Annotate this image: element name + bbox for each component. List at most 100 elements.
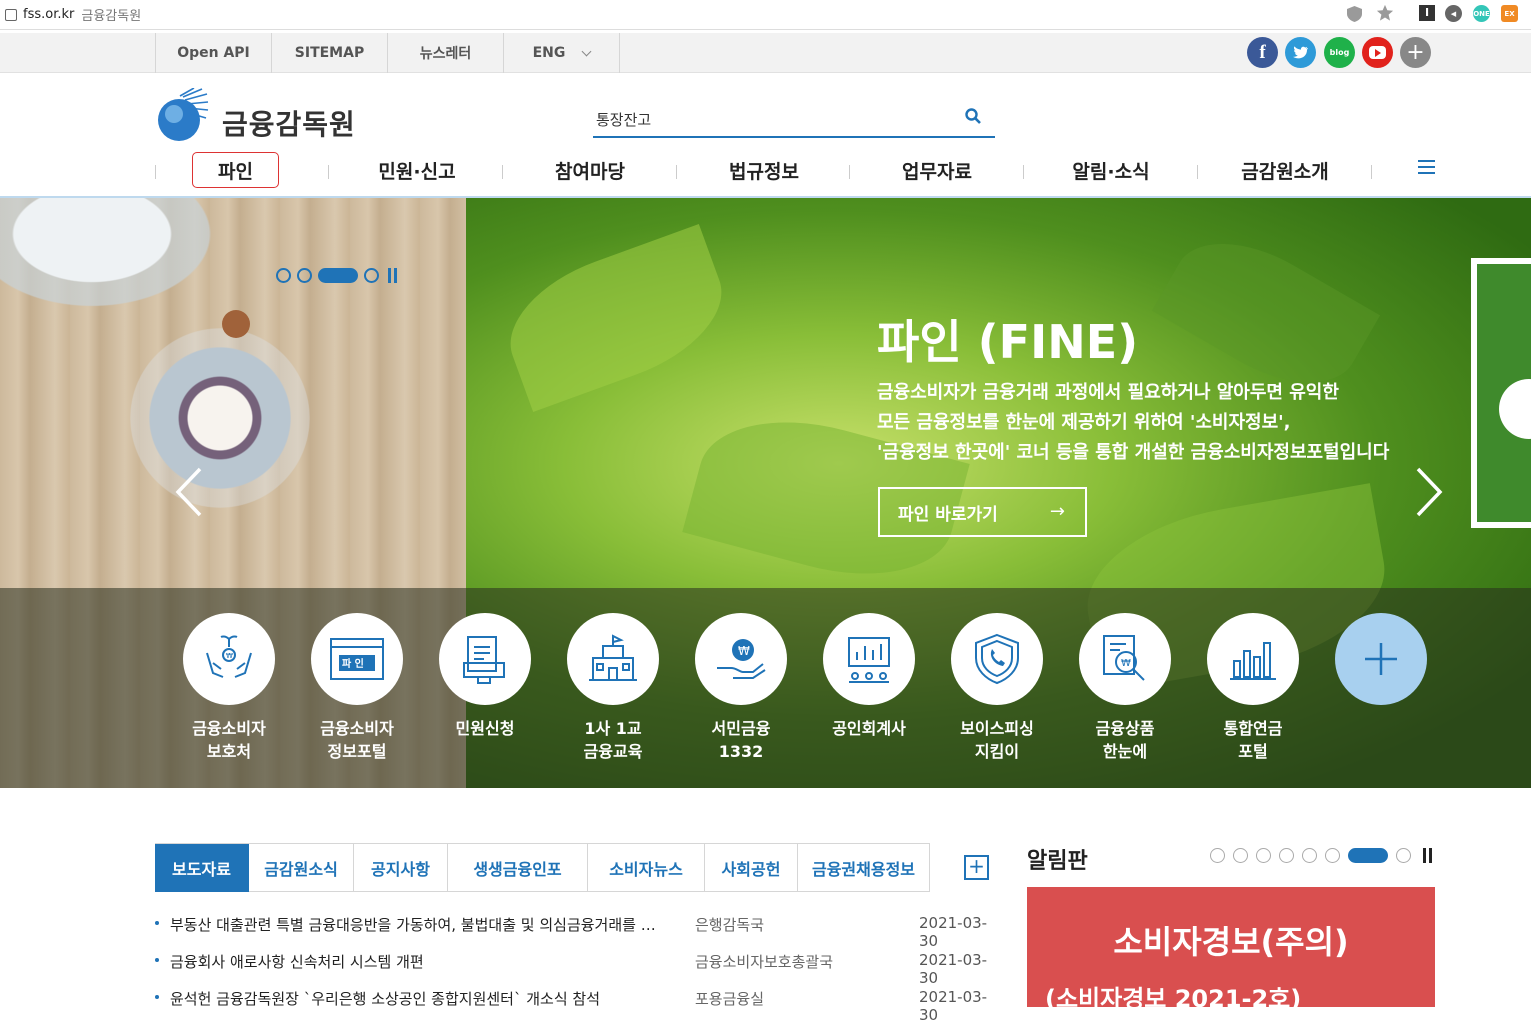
fine-shortcut-button[interactable]: 파인 바로가기 → — [878, 487, 1087, 537]
svg-text:₩: ₩ — [1121, 658, 1131, 669]
quick-item-voice-phishing[interactable]: 보이스피싱 지킴이 — [951, 613, 1043, 763]
bullet-icon — [155, 921, 159, 925]
nav-law[interactable]: 법규정보 — [694, 152, 834, 188]
pause-icon[interactable] — [388, 268, 397, 283]
svg-text:₩: ₩ — [738, 644, 750, 658]
tab-fss-news[interactable]: 금감원소식 — [249, 844, 354, 892]
language-label: ENG — [532, 45, 566, 61]
search-field[interactable]: 통장잔고 — [593, 100, 995, 138]
more-news-icon[interactable]: + — [964, 855, 989, 880]
board-dot[interactable] — [1325, 848, 1340, 863]
search-input[interactable]: 통장잔고 — [596, 109, 651, 130]
one-ext-icon[interactable]: ONE — [1473, 5, 1490, 22]
star-icon[interactable] — [1376, 4, 1394, 22]
quick-item-complaint-apply[interactable]: 민원신청 — [439, 613, 531, 740]
board-indicators — [1210, 848, 1432, 863]
quick-item-cpa[interactable]: 공인회계사 — [823, 613, 915, 740]
tab-recruitment[interactable]: 금융권채용정보 — [798, 844, 930, 892]
nav-complaint[interactable]: 민원·신고 — [347, 152, 487, 188]
more-social-icon[interactable]: + — [1400, 37, 1431, 68]
pause-icon[interactable] — [1423, 848, 1432, 863]
share-ext-icon[interactable]: ◀ — [1445, 5, 1462, 22]
language-select[interactable]: ENG — [504, 33, 620, 73]
slide-dot[interactable] — [297, 268, 312, 283]
board-dot[interactable] — [1302, 848, 1317, 863]
ex-ext-icon[interactable]: EX — [1501, 5, 1518, 22]
board-dot[interactable] — [1279, 848, 1294, 863]
nav-divider — [1371, 165, 1372, 179]
bottle-image — [130, 328, 310, 508]
tab-press-release[interactable]: 보도자료 — [155, 844, 249, 892]
newsletter-link[interactable]: 뉴스레터 — [388, 33, 504, 73]
news-item[interactable]: 금융회사 애로사항 신속처리 시스템 개편 금융소비자보호총괄국 2021-03… — [155, 949, 1005, 987]
nav-business[interactable]: 업무자료 — [867, 152, 1007, 188]
quick-item-fine-portal[interactable]: 파 인 금융소비자 정보포털 — [311, 613, 403, 763]
quick-item-more[interactable] — [1335, 613, 1427, 705]
fss-logo-icon[interactable] — [155, 88, 209, 142]
youtube-icon[interactable] — [1362, 37, 1393, 68]
slide-dot[interactable] — [364, 268, 379, 283]
nav-news[interactable]: 알림·소식 — [1041, 152, 1181, 188]
quick-item-education[interactable]: 1사 1교 금융교육 — [567, 613, 659, 763]
tab-social-contribution[interactable]: 사회공헌 — [705, 844, 798, 892]
nav-participation[interactable]: 참여마당 — [520, 152, 660, 188]
news-item[interactable]: 부동산 대출관련 특별 금융대응반을 가동하여, 불법대출 및 의심금융거래를 … — [155, 912, 1005, 950]
news-date: 2021-03-30 — [919, 988, 988, 1024]
news-dept: 은행감독국 — [695, 916, 765, 934]
presentation-icon — [848, 637, 890, 683]
slide-dot[interactable] — [276, 268, 291, 283]
bar-chart-icon — [1230, 642, 1276, 680]
ice-glass-image — [0, 198, 230, 318]
logo-text[interactable]: 금융감독원 — [222, 103, 356, 143]
consumer-alert-banner[interactable]: 소비자경보(주의) (소비자경보 2021-2호) — [1027, 887, 1435, 1013]
quick-item-consumer-protection[interactable]: ₩ 금융소비자 보호처 — [183, 613, 275, 763]
instapaper-ext-icon[interactable]: I — [1419, 5, 1435, 21]
twitter-icon[interactable] — [1285, 37, 1316, 68]
board-dot[interactable] — [1256, 848, 1271, 863]
news-title[interactable]: 부동산 대출관련 특별 금융대응반을 가동하여, 불법대출 및 의심금융거래를 … — [170, 914, 680, 935]
next-slide-icon[interactable] — [1410, 466, 1450, 518]
open-api-link[interactable]: Open API — [156, 33, 272, 73]
nav-fine[interactable]: 파인 — [192, 152, 279, 188]
quick-item-product-compare[interactable]: ₩ 금융상품 한눈에 — [1079, 613, 1171, 763]
news-dept: 금융소비자보호총괄국 — [695, 953, 834, 971]
board-dot-active[interactable] — [1348, 848, 1388, 863]
chevron-down-icon — [581, 46, 592, 56]
bullet-icon — [155, 958, 159, 962]
main-navigation: 파인 민원·신고 참여마당 법규정보 업무자료 알림·소식 금감원소개 — [155, 150, 1440, 196]
notice-board-title: 알림판 — [1027, 849, 1088, 874]
sitemap-link[interactable]: SITEMAP — [272, 33, 388, 73]
blog-icon[interactable]: blog — [1324, 37, 1355, 68]
news-title[interactable]: 금융회사 애로사항 신속처리 시스템 개편 — [170, 951, 680, 972]
shield-icon[interactable] — [1346, 5, 1363, 23]
cork-image — [222, 310, 250, 338]
quick-item-microfinance[interactable]: ₩ 서민금융 1332 — [695, 613, 787, 763]
search-icon[interactable] — [965, 108, 981, 124]
plus-icon — [1365, 643, 1397, 675]
url-domain[interactable]: fss.or.kr — [23, 7, 74, 22]
url-page-title[interactable]: 금융감독원 — [81, 5, 141, 24]
tab-consumer-news[interactable]: 소비자뉴스 — [588, 844, 705, 892]
news-date: 2021-03-30 — [919, 914, 988, 950]
news-title[interactable]: 윤석헌 금융감독원장 `우리은행 소상공인 종합지원센터` 개소식 참석 — [170, 988, 680, 1009]
quick-item-pension-portal[interactable]: 통합연금 포털 — [1207, 613, 1299, 763]
menu-icon[interactable] — [1418, 160, 1435, 174]
board-dot[interactable] — [1210, 848, 1225, 863]
facebook-icon[interactable]: f — [1247, 37, 1278, 68]
board-dot[interactable] — [1233, 848, 1248, 863]
slide-dot-active[interactable] — [318, 268, 358, 283]
nav-about[interactable]: 금감원소개 — [1215, 152, 1355, 188]
news-item[interactable]: 윤석헌 금융감독원장 `우리은행 소상공인 종합지원센터` 개소식 참석 포용금… — [155, 986, 1005, 1024]
hands-coin-icon: ₩ — [206, 635, 252, 678]
page-info-icon[interactable] — [5, 8, 17, 21]
tab-finance-info[interactable]: 생생금융인포 — [448, 844, 588, 892]
next-slide-preview[interactable] — [1471, 258, 1531, 528]
tab-notice[interactable]: 공지사항 — [354, 844, 448, 892]
fine-portal-icon: 파 인 — [330, 638, 384, 680]
prev-slide-icon[interactable] — [170, 466, 210, 518]
news-tabs: 보도자료 금감원소식 공지사항 생생금융인포 소비자뉴스 사회공헌 금융권채용정… — [155, 843, 930, 892]
news-dept: 포용금융실 — [695, 990, 765, 1008]
quick-item-label: 금융소비자 보호처 — [192, 719, 266, 761]
hero-desc-line: 금융소비자가 금융거래 과정에서 필요하거나 알아두면 유익한 — [877, 382, 1339, 403]
board-dot[interactable] — [1396, 848, 1411, 863]
